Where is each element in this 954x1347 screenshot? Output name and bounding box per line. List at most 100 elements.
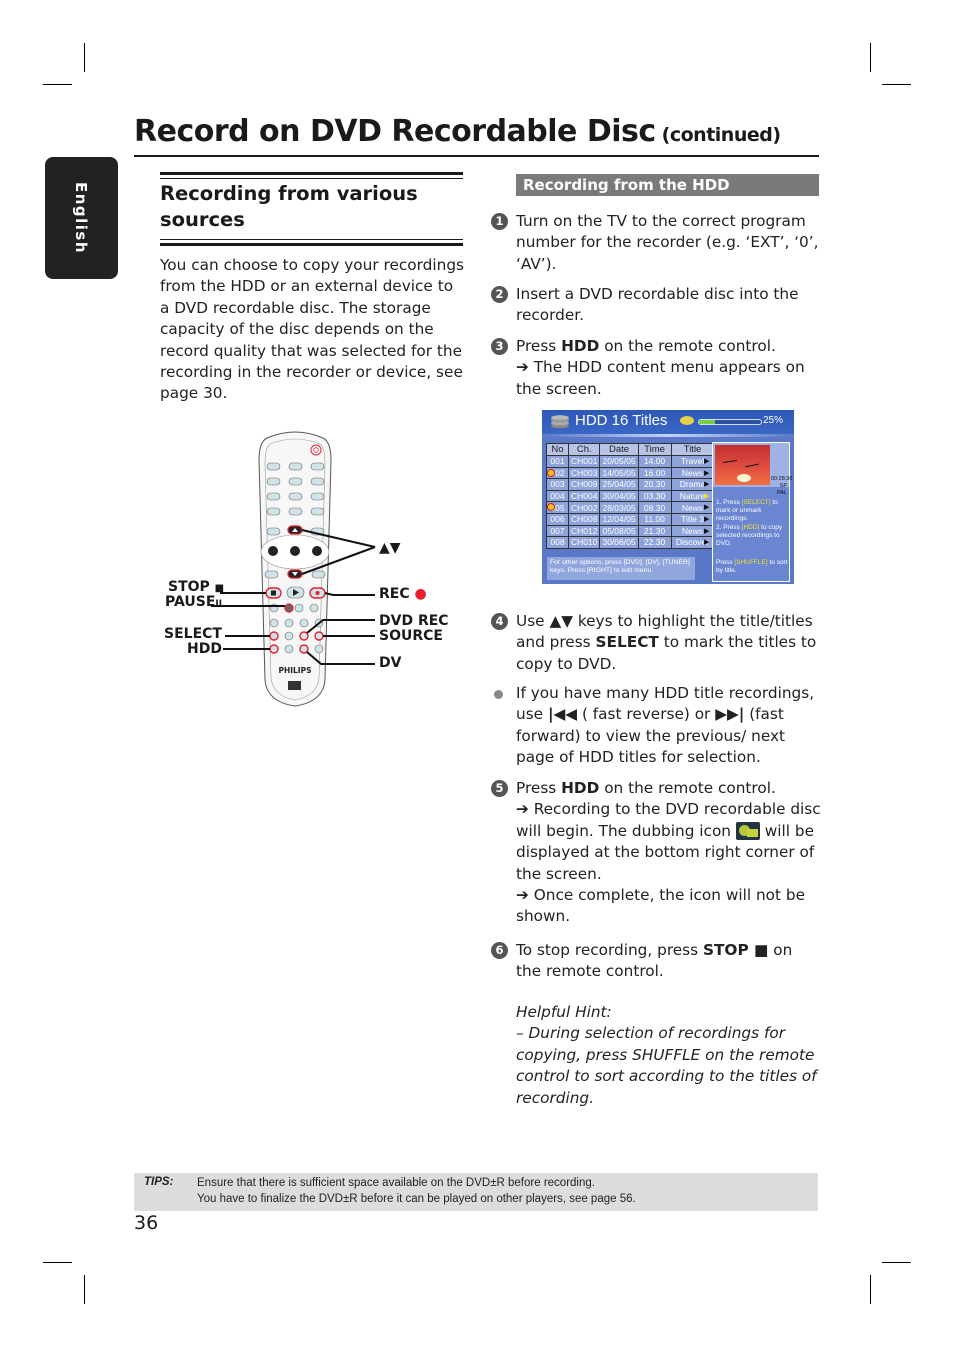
- crop-mark: [84, 1275, 85, 1304]
- heading-rule-top-thin: [160, 178, 463, 179]
- row-arrow-icon: ▶: [704, 514, 710, 523]
- step-2: 2 Insert a DVD recordable disc into the …: [491, 284, 821, 327]
- header-separator: [542, 434, 794, 437]
- row-arrow-icon: ▶: [704, 457, 710, 465]
- cell-date: 30/04/05: [599, 489, 639, 503]
- down-button: [287, 569, 303, 579]
- result-arrow-icon: ➔: [516, 886, 529, 905]
- usage-percent: 25%: [763, 415, 784, 426]
- preview-info: 00:28:30 SP PAL: [771, 476, 793, 496]
- preview-thumbnail: [715, 445, 770, 485]
- continued-label: (continued): [661, 124, 781, 146]
- row-arrow-icon: ▶: [704, 503, 710, 512]
- cell-no: 003: [546, 478, 569, 491]
- side-help: 1. Press [SELECT] to mark or unmark reco…: [716, 499, 788, 574]
- title-row[interactable]: 007 CH012 05/08/05 21.30 News: [546, 524, 715, 538]
- play-button: [286, 586, 305, 599]
- bullet-icon: [494, 690, 503, 699]
- source-button: [314, 631, 324, 641]
- cell-no: 007: [546, 524, 569, 538]
- step-1: 1 Turn on the TV to the correct program …: [491, 211, 821, 275]
- stop-square-icon: ■: [214, 583, 225, 594]
- cell-date: 20/05/05: [599, 455, 639, 468]
- stop-button: [265, 587, 282, 599]
- tips-label: TIPS:: [144, 1176, 174, 1188]
- row-arrows: ▶ ▶ ▶ ▶ ▶ ▶ ▶ ▶: [704, 456, 712, 549]
- result-arrow-icon: ➔: [516, 358, 529, 377]
- section-heading-various-sources: Recording from various sources: [160, 182, 418, 231]
- title-row[interactable]: 008 CH010 30/06/05 22.30 Discover: [546, 536, 715, 549]
- cell-date: 30/06/05: [599, 536, 639, 549]
- cell-time: 16.00: [637, 466, 672, 480]
- row-arrow-icon: ▶: [704, 526, 710, 535]
- crop-mark: [84, 43, 85, 72]
- callout-select: SELECT: [164, 626, 222, 642]
- crop-mark: [43, 84, 72, 85]
- cell-no: 001: [546, 455, 569, 468]
- row-arrow-icon: ▶: [704, 538, 710, 547]
- rw-logo: [288, 681, 301, 690]
- fast-reverse-icon: |◀◀: [547, 705, 578, 724]
- row-arrow-icon: ▶: [704, 480, 710, 489]
- intro-paragraph: You can choose to copy your recordings f…: [160, 256, 464, 403]
- pause-icon: II: [215, 599, 223, 609]
- title-rule: [134, 155, 819, 157]
- callout-hdd: HDD: [187, 641, 222, 657]
- col-header-ch: Ch.: [567, 443, 601, 456]
- hint-text: – During selection of recordings for cop…: [516, 1024, 817, 1107]
- usage-bar: [698, 419, 762, 425]
- crop-mark: [882, 1262, 911, 1263]
- title-row[interactable]: 006 CH008 12/04/05 11.00 Title 3: [546, 512, 715, 526]
- step-6: 6 To stop recording, press STOP ■ on the…: [491, 940, 821, 983]
- cell-time: 11.00: [637, 512, 672, 526]
- cell-ch: CH001: [567, 455, 601, 468]
- cell-ch: CH008: [567, 512, 601, 526]
- heading-rule-bottom: [160, 243, 463, 246]
- title-row[interactable]: 005 CH002 28/03/05 08.30 News: [546, 501, 715, 514]
- hdd-menu-title: HDD 16 Titles: [575, 412, 668, 429]
- title-row[interactable]: 001 CH001 20/05/05 14.00 Travel: [546, 455, 715, 468]
- marked-icon: [547, 503, 555, 512]
- row-arrow-icon: ▶: [704, 468, 710, 477]
- language-tab: English: [45, 157, 118, 279]
- remote-control-illustration: PHILIPS: [211, 431, 376, 707]
- step-4: 4 Use ▲▼ keys to highlight the title/tit…: [491, 611, 821, 675]
- cell-ch: CH010: [567, 536, 601, 549]
- page-number: 36: [134, 1212, 159, 1234]
- step-number: 6: [491, 942, 508, 959]
- dubbing-icon: [735, 821, 760, 840]
- cell-ch: CH002: [567, 501, 601, 514]
- cell-no: 005: [546, 501, 569, 514]
- cell-ch: CH012: [567, 524, 601, 538]
- title-row[interactable]: 002 CH003 14/05/05 16.00 News: [546, 466, 715, 480]
- dvd-rec-button: [299, 631, 309, 641]
- table-header-row: No Ch. Date Time Title: [546, 443, 715, 456]
- result-arrow-icon: ➔: [516, 800, 529, 819]
- callout-up-down: ▲▼: [379, 540, 401, 556]
- cell-date: 25/04/05: [599, 478, 639, 491]
- callout-rec: REC ●: [379, 586, 427, 602]
- cell-date: 12/04/05: [599, 512, 639, 526]
- cell-ch: CH003: [567, 466, 601, 480]
- callout-dvd-rec: DVD REC: [379, 613, 449, 629]
- title-row[interactable]: 003 CH009 25/04/05 20.30 Drama: [546, 478, 715, 491]
- tips-box: TIPS: Ensure that there is sufficient sp…: [134, 1173, 818, 1211]
- hdd-menu-header: HDD 16 Titles 25%: [542, 410, 794, 434]
- heading-rule-bottom-thin: [160, 239, 463, 240]
- row-arrow-icon: ▶: [704, 491, 710, 500]
- up-button: [287, 525, 303, 535]
- marked-icon: [547, 468, 555, 477]
- step-3: 3 Press HDD on the remote control. ➔ The…: [491, 336, 821, 400]
- step-number: 5: [491, 780, 508, 797]
- hdd-button: [269, 644, 279, 654]
- title-row[interactable]: 004 CH004 30/04/05 03.30 Nature: [546, 489, 715, 503]
- col-header-no: No: [546, 443, 569, 456]
- cell-no: 006: [546, 512, 569, 526]
- options-note: For other options, press [DVD], [DV], [T…: [547, 557, 695, 580]
- power-button: [310, 444, 322, 456]
- cell-ch: CH009: [567, 478, 601, 491]
- cell-no: 008: [546, 536, 569, 549]
- step-5: 5 Press HDD on the remote control. ➔ Rec…: [491, 778, 821, 928]
- disc-icon: [680, 416, 694, 425]
- crop-mark: [870, 1275, 871, 1304]
